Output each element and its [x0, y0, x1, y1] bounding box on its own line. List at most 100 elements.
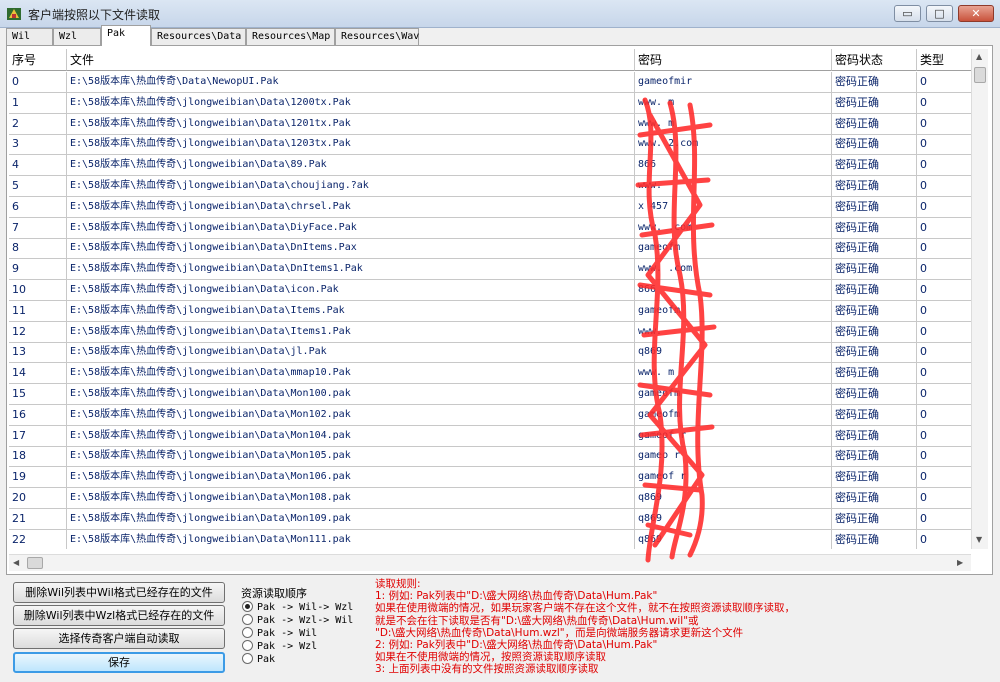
- column-header-status[interactable]: 密码状态: [832, 49, 917, 71]
- vertical-scroll-thumb[interactable]: [974, 67, 986, 83]
- tab-resources-wav[interactable]: Resources\Wav: [335, 28, 419, 45]
- cell-pw: www. m: [635, 113, 832, 135]
- column-header-index[interactable]: 序号: [9, 49, 67, 71]
- cell-file: E:\58版本库\热血传奇\jlongweibian\Data\Mon105.p…: [67, 446, 635, 468]
- table-row[interactable]: 22 E:\58版本库\热血传奇\jlongweibian\Data\Mon111…: [9, 529, 977, 549]
- cell-no: 9: [9, 259, 67, 281]
- scroll-down-icon[interactable]: ▼: [976, 535, 982, 544]
- table-row[interactable]: 12 E:\58版本库\热血传奇\jlongweibian\Data\Items1…: [9, 321, 977, 343]
- table-row[interactable]: 20 E:\58版本库\热血传奇\jlongweibian\Data\Mon108…: [9, 488, 977, 509]
- table-row[interactable]: 15 E:\58版本库\热血传奇\jlongweibian\Data\Mon100…: [9, 384, 977, 405]
- radio-unchecked-icon[interactable]: [242, 627, 253, 638]
- cell-pw: gameofm: [635, 300, 832, 322]
- scroll-up-icon[interactable]: ▲: [976, 52, 982, 61]
- rules-line: 1: 例如: Pak列表中"D:\盛大网络\热血传奇\Data\Hum.Pak": [375, 590, 658, 603]
- table-row[interactable]: 1 E:\58版本库\热血传奇\jlongweibian\Data\1200tx.…: [9, 92, 977, 114]
- cell-status: 密码正确: [832, 363, 917, 385]
- table-row[interactable]: 6 E:\58版本库\热血传奇\jlongweibian\Data\chrsel.…: [9, 196, 977, 218]
- table-row[interactable]: 19 E:\58版本库\热血传奇\jlongweibian\Data\Mon106…: [9, 467, 977, 489]
- radio-unchecked-icon[interactable]: [242, 614, 253, 625]
- cell-pw: gameof r: [635, 467, 832, 489]
- tab-wzl[interactable]: Wzl: [53, 28, 101, 45]
- radio-unchecked-icon[interactable]: [242, 640, 253, 651]
- table-row[interactable]: 17 E:\58版本库\热血传奇\jlongweibian\Data\Mon104…: [9, 425, 977, 447]
- cell-status: 密码正确: [832, 342, 917, 364]
- minimize-icon: ▭: [902, 7, 913, 20]
- cell-file: E:\58版本库\热血传奇\jlongweibian\Data\chrsel.P…: [67, 196, 635, 218]
- rules-line: 如果在不使用微端的情况，按照资源读取顺序读取: [375, 651, 606, 664]
- rules-line: 如果在使用微端的情况，如果玩家客户端不存在这个文件，就不在按照资源读取顺序读取，: [375, 602, 795, 615]
- cell-type: 0: [917, 529, 977, 549]
- delete-wil-button[interactable]: 删除Wil列表中Wil格式已经存在的文件: [13, 582, 225, 603]
- table-row[interactable]: 11 E:\58版本库\热血传奇\jlongweibian\Data\Items.…: [9, 300, 977, 322]
- cell-no: 19: [9, 467, 67, 489]
- cell-pw: gameofm: [635, 404, 832, 426]
- radio-pak-wil-wzl[interactable]: Pak -> Wil-> Wzl: [242, 601, 353, 614]
- cell-file: E:\58版本库\热血传奇\jlongweibian\Data\DnItems1…: [67, 259, 635, 281]
- cell-status: 密码正确: [832, 321, 917, 343]
- cell-file: E:\58版本库\热血传奇\jlongweibian\Data\DnItems.…: [67, 238, 635, 260]
- cell-status: 密码正确: [832, 488, 917, 509]
- radio-pak[interactable]: Pak: [242, 653, 275, 666]
- rules-line: 2: 例如: Pak列表中"D:\盛大网络\热血传奇\Data\Hum.Pak": [375, 639, 658, 652]
- cell-no: 0: [9, 72, 67, 93]
- cell-status: 密码正确: [832, 529, 917, 549]
- cell-type: 0: [917, 113, 977, 135]
- cell-type: 0: [917, 155, 977, 177]
- auto-read-button[interactable]: 选择传奇客户端自动读取: [13, 628, 225, 649]
- radio-pak-wzl[interactable]: Pak -> Wzl: [242, 640, 317, 653]
- scroll-right-icon[interactable]: ▶: [957, 558, 963, 567]
- table-row[interactable]: 3 E:\58版本库\热血传奇\jlongweibian\Data\1203tx.…: [9, 134, 977, 156]
- cell-type: 0: [917, 321, 977, 343]
- horizontal-scrollbar[interactable]: ◀ ▶: [9, 554, 971, 571]
- vertical-scrollbar[interactable]: ▲ ▼: [971, 49, 988, 549]
- maximize-button[interactable]: □: [926, 5, 953, 22]
- table-row[interactable]: 7 E:\58版本库\热血传奇\jlongweibian\Data\DiyFace…: [9, 217, 977, 239]
- cell-status: 密码正确: [832, 238, 917, 260]
- cell-status: 密码正确: [832, 508, 917, 530]
- table-row[interactable]: 8 E:\58版本库\热血传奇\jlongweibian\Data\DnItems…: [9, 238, 977, 260]
- cell-pw: q869: [635, 342, 832, 364]
- table-row[interactable]: 16 E:\58版本库\热血传奇\jlongweibian\Data\Mon102…: [9, 404, 977, 426]
- table-row[interactable]: 13 E:\58版本库\热血传奇\jlongweibian\Data\jl.Pak…: [9, 342, 977, 364]
- cell-file: E:\58版本库\热血传奇\jlongweibian\Data\Mon100.p…: [67, 384, 635, 405]
- rules-line: 读取规则:: [375, 578, 421, 590]
- table-row[interactable]: 4 E:\58版本库\热血传奇\jlongweibian\Data\89.Pak 8…: [9, 155, 977, 177]
- radio-checked-icon[interactable]: [242, 601, 253, 612]
- pak-panel: 序号 文件 密码 密码状态 类型 0 E:\58版本库\热血传奇\Data\New…: [6, 45, 993, 575]
- cell-no: 15: [9, 384, 67, 405]
- tab-resources-map[interactable]: Resources\Map: [246, 28, 335, 45]
- table-row[interactable]: 0 E:\58版本库\热血传奇\Data\NewopUI.Pak gameofmir…: [9, 72, 977, 93]
- minimize-button[interactable]: ▭: [894, 5, 921, 22]
- cell-status: 密码正确: [832, 155, 917, 177]
- table-row[interactable]: 10 E:\58版本库\热血传奇\jlongweibian\Data\icon.P…: [9, 280, 977, 301]
- table-row[interactable]: 5 E:\58版本库\热血传奇\jlongweibian\Data\choujia…: [9, 176, 977, 197]
- cell-no: 7: [9, 217, 67, 239]
- tab-pak[interactable]: Pak: [101, 25, 151, 46]
- close-button[interactable]: ✕: [958, 5, 994, 22]
- table-row[interactable]: 14 E:\58版本库\热血传奇\jlongweibian\Data\mmap10…: [9, 363, 977, 385]
- cell-status: 密码正确: [832, 134, 917, 156]
- title-bar: 客户端按照以下文件读取 ▭ □ ✕: [0, 0, 1000, 28]
- table-row[interactable]: 2 E:\58版本库\热血传奇\jlongweibian\Data\1201tx.…: [9, 113, 977, 135]
- table-row[interactable]: 9 E:\58版本库\热血传奇\jlongweibian\Data\DnItems…: [9, 259, 977, 281]
- delete-wzl-button[interactable]: 删除Wil列表中Wzl格式已经存在的文件: [13, 605, 225, 626]
- column-header-password[interactable]: 密码: [635, 49, 832, 71]
- column-header-file[interactable]: 文件: [67, 49, 635, 71]
- table-row[interactable]: 18 E:\58版本库\热血传奇\jlongweibian\Data\Mon105…: [9, 446, 977, 468]
- save-button[interactable]: 保存: [13, 652, 225, 673]
- radio-pak-wzl-wil[interactable]: Pak -> Wzl-> Wil: [242, 614, 353, 627]
- scroll-left-icon[interactable]: ◀: [13, 558, 19, 567]
- column-header-type[interactable]: 类型: [917, 49, 977, 71]
- cell-no: 8: [9, 238, 67, 260]
- tab-resources-data[interactable]: Resources\Data: [151, 28, 246, 45]
- cell-type: 0: [917, 342, 977, 364]
- radio-pak-wil[interactable]: Pak -> Wil: [242, 627, 317, 640]
- radio-unchecked-icon[interactable]: [242, 653, 253, 664]
- tab-wil[interactable]: Wil: [6, 28, 53, 45]
- cell-type: 0: [917, 134, 977, 156]
- cell-status: 密码正确: [832, 92, 917, 114]
- horizontal-scroll-thumb[interactable]: [27, 557, 43, 569]
- table-row[interactable]: 21 E:\58版本库\热血传奇\jlongweibian\Data\Mon109…: [9, 508, 977, 530]
- cell-file: E:\58版本库\热血传奇\jlongweibian\Data\89.Pak: [67, 155, 635, 177]
